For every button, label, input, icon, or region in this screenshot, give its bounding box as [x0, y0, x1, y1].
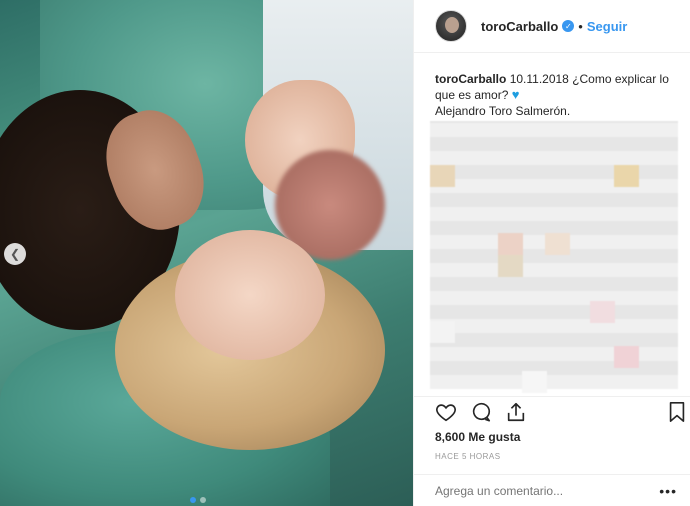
photo-region	[175, 230, 325, 360]
heart-icon: ♥	[511, 87, 520, 102]
carousel-dot	[190, 497, 196, 503]
post-header: toroCarballo ✓ • Seguir	[414, 0, 690, 53]
verified-badge-icon: ✓	[562, 20, 575, 32]
carousel-indicator	[190, 497, 206, 503]
carousel-dot	[200, 497, 206, 503]
comment-icon	[472, 402, 491, 422]
follow-button[interactable]: Seguir	[587, 19, 627, 34]
previous-photo-button[interactable]: ❮	[4, 243, 26, 265]
blurred-comments	[430, 121, 678, 393]
more-options-button[interactable]: •••	[659, 483, 677, 499]
comment-input[interactable]	[435, 483, 645, 498]
chevron-left-icon: ❮	[9, 247, 21, 261]
post-photo: ❮	[0, 0, 413, 506]
avatar[interactable]	[435, 10, 467, 42]
username-link[interactable]: toroCarballo	[481, 19, 558, 34]
caption-line2: Alejandro Toro Salmerón.	[435, 104, 571, 118]
bookmark-icon	[669, 402, 685, 422]
comment-button[interactable]	[469, 401, 493, 425]
share-button[interactable]	[504, 401, 528, 425]
comment-bar: •••	[414, 474, 690, 506]
post-timestamp[interactable]: HACE 5 HORAS	[435, 452, 501, 461]
caption-username[interactable]: toroCarballo	[435, 72, 506, 86]
share-icon	[507, 402, 525, 422]
separator: •	[578, 18, 583, 34]
likes-count[interactable]: 8,600 Me gusta	[435, 430, 520, 444]
action-bar	[414, 396, 690, 426]
post-sidebar: toroCarballo ✓ • Seguir toroCarballo 10.…	[413, 0, 690, 506]
heart-outline-icon	[436, 404, 456, 422]
like-button[interactable]	[434, 401, 458, 425]
save-button[interactable]	[665, 401, 689, 425]
